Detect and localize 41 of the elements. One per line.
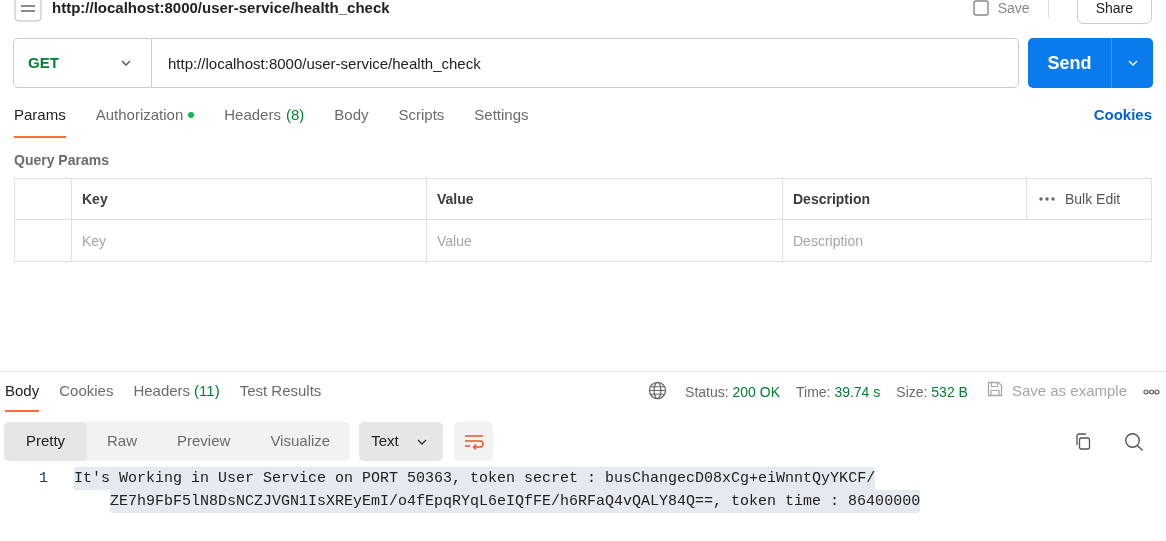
- input-field[interactable]: Description: [783, 220, 1151, 261]
- cookies-link[interactable]: Cookies: [1093, 104, 1152, 127]
- globe-icon: [648, 381, 668, 400]
- tab[interactable]: Body: [334, 104, 369, 138]
- column-header: Description: [783, 179, 1027, 220]
- method-dropdown[interactable]: GET: [13, 38, 152, 88]
- response-stat: Time: 39.74 s: [796, 383, 881, 402]
- tab[interactable]: Cookies: [59, 380, 114, 412]
- save-button[interactable]: Save: [997, 0, 1030, 19]
- view-mode-option[interactable]: Raw: [87, 422, 157, 461]
- input-field[interactable]: Key: [72, 220, 426, 261]
- view-mode-option[interactable]: Visualize: [250, 422, 351, 461]
- tab[interactable]: Params: [14, 104, 66, 138]
- format-dropdown[interactable]: Text: [359, 422, 444, 461]
- tab[interactable]: Settings: [474, 104, 529, 138]
- response-stat: Status: 200 OK: [685, 383, 780, 402]
- more-icon: [1143, 389, 1160, 395]
- line-number: 1: [38, 469, 48, 489]
- url-field[interactable]: http://localhost:8000/user-service/health_check: [152, 38, 1019, 88]
- tab[interactable]: Body: [5, 380, 40, 412]
- request-icon: [14, 0, 42, 22]
- tab[interactable]: Authorization: [95, 104, 195, 138]
- tab[interactable]: Headers (8): [224, 104, 305, 138]
- share-button[interactable]: Share: [1076, 0, 1152, 24]
- input-field[interactable]: Value: [427, 220, 782, 261]
- column-header: Value: [427, 179, 783, 220]
- copy-icon: [1074, 432, 1092, 451]
- response-stat: Size: 532 B: [896, 383, 968, 402]
- view-mode-option[interactable]: Pretty: [4, 422, 87, 461]
- tab[interactable]: Test Results: [239, 380, 322, 412]
- wrap-icon: [463, 433, 484, 450]
- search-icon: [1124, 431, 1144, 452]
- wrap-lines-button[interactable]: [454, 422, 494, 461]
- bulk-edit-button[interactable]: Bulk Edit: [1065, 188, 1121, 210]
- request-title: http://localhost:8000/user-service/health_check: [52, 0, 390, 18]
- section-title: Query Params: [14, 151, 109, 170]
- view-mode-option[interactable]: Preview: [157, 422, 251, 461]
- more-icon: [1039, 197, 1055, 201]
- tab[interactable]: Scripts: [398, 104, 445, 138]
- tab[interactable]: Headers (11): [133, 380, 220, 412]
- column-header: Key: [72, 179, 427, 220]
